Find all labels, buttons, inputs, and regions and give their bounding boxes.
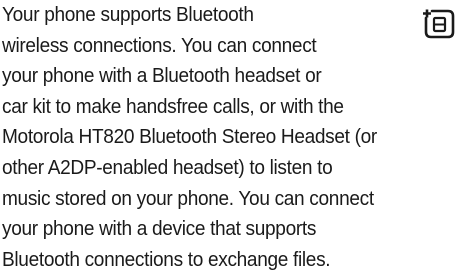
text-line: Bluetooth connections to exchange files.: [2, 247, 331, 271]
text-line: wireless connections. You can connect: [2, 33, 317, 57]
text-line: other A2DP-enabled headset) to listen to: [2, 155, 333, 179]
text-line: car kit to make handsfree calls, or with…: [2, 94, 344, 118]
text-line: your phone with a Bluetooth headset or: [2, 64, 322, 88]
text-line: Motorola HT820 Bluetooth Stereo Headset …: [2, 125, 377, 149]
body-paragraph: Your phone supports Bluetooth wireless c…: [2, 0, 435, 275]
feature-available-icon: [423, 9, 455, 39]
text-line: Your phone supports Bluetooth: [2, 3, 254, 26]
text-line: your phone with a device that supports: [2, 217, 317, 241]
text-line: music stored on your phone. You can conn…: [2, 186, 374, 210]
